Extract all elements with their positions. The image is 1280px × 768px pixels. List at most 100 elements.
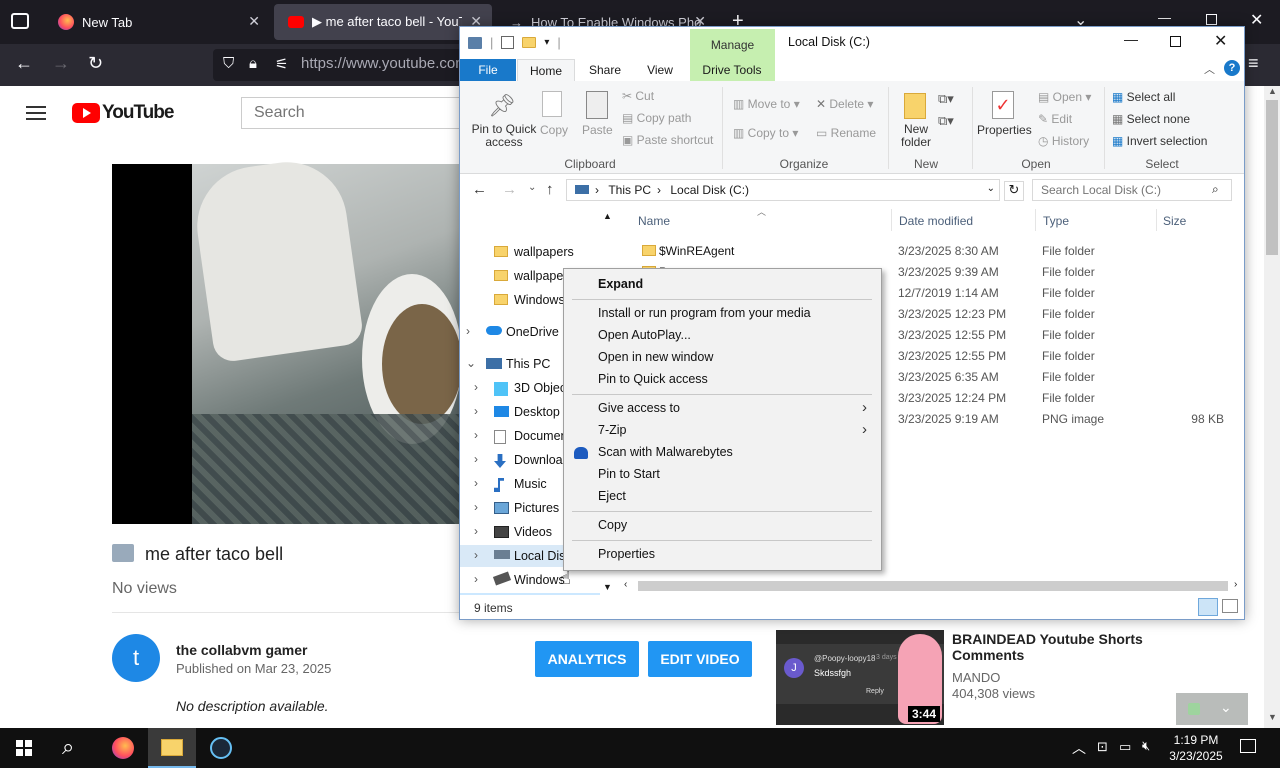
nav-item-wallpapers[interactable]: wallpapers bbox=[460, 241, 600, 263]
file-row[interactable]: $WinREAgent 3/23/2025 8:30 AM File folder bbox=[642, 240, 1242, 261]
show-hidden-icons[interactable]: ︿ bbox=[1072, 738, 1086, 758]
back-icon[interactable]: ← bbox=[15, 53, 33, 74]
close-icon[interactable]: ✕ bbox=[1214, 31, 1227, 51]
menu-item-give-access-to[interactable]: Give access to bbox=[598, 401, 680, 415]
menu-item-pin-to-quick-access[interactable]: Pin to Quick access bbox=[598, 372, 708, 386]
edit-video-button[interactable]: EDIT VIDEO bbox=[648, 641, 752, 677]
restore-icon[interactable] bbox=[1206, 14, 1217, 25]
col-date[interactable]: Date modified bbox=[899, 214, 973, 228]
properties-button[interactable]: Properties bbox=[977, 123, 1032, 137]
minimize-icon[interactable]: — bbox=[1124, 31, 1138, 47]
easy-access-icon[interactable]: ⧉▾ bbox=[938, 113, 954, 129]
invert-selection-button[interactable]: ▦ Invert selection bbox=[1112, 134, 1207, 148]
tab-overview-icon[interactable] bbox=[11, 13, 29, 29]
volume-muted-icon[interactable]: 🔇︎ bbox=[1142, 738, 1150, 754]
reload-icon[interactable]: ↻ bbox=[88, 53, 103, 74]
menu-item-install-or-run-program-from-your-media[interactable]: Install or run program from your media bbox=[598, 306, 811, 320]
search-icon[interactable]: ⌕ bbox=[62, 734, 74, 760]
maximize-icon[interactable] bbox=[1170, 36, 1181, 47]
history-button[interactable]: ◷ History bbox=[1038, 134, 1089, 148]
scroll-up-icon[interactable]: ▲ bbox=[1268, 86, 1277, 96]
ribbon-collapse-icon[interactable]: ︿ bbox=[1204, 61, 1215, 77]
scroll-right-icon[interactable]: › bbox=[1234, 579, 1237, 590]
select-all-button[interactable]: ▦ Select all bbox=[1112, 90, 1175, 104]
paste-shortcut-button[interactable]: ▣ Paste shortcut bbox=[622, 133, 713, 147]
edit-button[interactable]: ✎ Edit bbox=[1038, 112, 1072, 126]
youtube-logo[interactable]: YouTube bbox=[72, 102, 174, 124]
cut-button[interactable]: ✂ Cut bbox=[622, 89, 654, 103]
notifications-icon[interactable] bbox=[1240, 739, 1256, 753]
scroll-down-icon[interactable]: ▼ bbox=[1268, 712, 1277, 722]
tab-view[interactable]: View bbox=[636, 59, 684, 81]
chevron-down-icon[interactable]: ⌄ bbox=[466, 356, 476, 370]
drive-icon[interactable] bbox=[468, 36, 482, 49]
large-icons-view-icon[interactable] bbox=[1222, 599, 1238, 613]
start-windows-icon[interactable] bbox=[16, 740, 32, 756]
horizontal-scrollbar[interactable]: ‹ › bbox=[622, 579, 1244, 593]
col-type[interactable]: Type bbox=[1043, 214, 1069, 228]
menu-item-properties[interactable]: Properties bbox=[598, 547, 655, 561]
col-size[interactable]: Size bbox=[1163, 214, 1186, 228]
chevron-right-icon[interactable]: › bbox=[474, 572, 478, 586]
up-icon[interactable]: ↑ bbox=[546, 181, 554, 198]
chevron-right-icon[interactable]: › bbox=[474, 476, 478, 490]
tab-new-tab[interactable]: New Tab ✕ bbox=[44, 4, 270, 40]
chevron-right-icon[interactable]: › bbox=[474, 500, 478, 514]
nav-scroll-down-icon[interactable]: ▼ bbox=[603, 582, 612, 592]
col-name[interactable]: Name bbox=[638, 214, 670, 228]
tab-share[interactable]: Share bbox=[580, 59, 630, 81]
refresh-icon[interactable]: ↻ bbox=[1004, 181, 1024, 201]
youtube-search-input[interactable] bbox=[241, 97, 481, 129]
menu-item-open-autoplay[interactable]: Open AutoPlay... bbox=[598, 328, 691, 342]
customize-toolbar-icon[interactable]: ▾ bbox=[544, 37, 549, 48]
select-none-button[interactable]: ▦ Select none bbox=[1112, 112, 1190, 126]
chevron-right-icon[interactable]: › bbox=[474, 524, 478, 538]
network-icon[interactable]: ▭ bbox=[1119, 739, 1131, 755]
breadcrumb-this-pc[interactable]: This PC bbox=[608, 183, 651, 197]
tab-file[interactable]: File bbox=[460, 59, 516, 81]
menu-item-eject[interactable]: Eject bbox=[598, 489, 626, 503]
chevron-right-icon[interactable]: › bbox=[466, 324, 470, 338]
clock[interactable]: 1:19 PM 3/23/2025 bbox=[1164, 732, 1228, 764]
copy-button[interactable]: Copy bbox=[540, 123, 568, 137]
suggested-video-thumbnail[interactable]: J @Poopy-loopy18 3 days ago Skdssfgh Rep… bbox=[776, 630, 944, 725]
delete-button[interactable]: ✕ Delete ▾ bbox=[816, 97, 873, 111]
menu-item-expand[interactable]: Expand bbox=[598, 277, 643, 291]
analytics-button[interactable]: ANALYTICS bbox=[535, 641, 639, 677]
details-view-icon[interactable] bbox=[1198, 598, 1218, 616]
nav-scroll-up-icon[interactable]: ▲ bbox=[603, 211, 612, 221]
channel-avatar[interactable]: t bbox=[112, 634, 160, 682]
search-input[interactable] bbox=[1032, 179, 1232, 201]
address-bar[interactable]: › This PC › Local Disk (C:) ⌄ bbox=[566, 179, 1000, 201]
chat-widget[interactable]: ⌄ bbox=[1176, 693, 1248, 725]
page-scrollbar[interactable]: ▲ ▼ bbox=[1264, 86, 1280, 728]
menu-item-open-in-new-window[interactable]: Open in new window bbox=[598, 350, 713, 364]
nav-item-windows[interactable]: › Windows bbox=[460, 569, 600, 591]
copy-to-button[interactable]: ▥ Copy to ▾ bbox=[733, 126, 798, 140]
close-tab-icon[interactable]: ✕ bbox=[248, 13, 260, 30]
tab-home[interactable]: Home bbox=[517, 59, 575, 82]
chevron-right-icon[interactable]: › bbox=[474, 428, 478, 442]
pin-quick-access-button[interactable]: Pin to Quick access bbox=[466, 123, 542, 149]
open-button[interactable]: ▤ Open ▾ bbox=[1038, 90, 1091, 104]
menu-item-pin-to-start[interactable]: Pin to Start bbox=[598, 467, 660, 481]
rename-button[interactable]: ▭ Rename bbox=[816, 126, 876, 140]
minimize-icon[interactable]: — bbox=[1158, 10, 1171, 25]
new-item-icon[interactable]: ⧉▾ bbox=[938, 91, 954, 107]
menu-item-scan-with-malwarebytes[interactable]: Scan with Malwarebytes bbox=[598, 445, 733, 459]
menu-item-7-zip[interactable]: 7-Zip bbox=[598, 423, 626, 437]
close-window-icon[interactable]: ✕ bbox=[1250, 10, 1263, 30]
firefox-taskbar-icon[interactable] bbox=[112, 737, 134, 759]
breadcrumb-drive[interactable]: Local Disk (C:) bbox=[670, 183, 749, 197]
device-icon[interactable]: ⊡ bbox=[1097, 739, 1108, 755]
move-to-button[interactable]: ▥ Move to ▾ bbox=[733, 97, 800, 111]
steam-taskbar-icon[interactable] bbox=[210, 737, 232, 759]
h-scrollbar-thumb[interactable] bbox=[638, 581, 1228, 591]
chevron-right-icon[interactable]: › bbox=[474, 380, 478, 394]
file-explorer-taskbar-icon[interactable] bbox=[148, 728, 196, 768]
copy-path-button[interactable]: ▤ Copy path bbox=[622, 111, 691, 125]
menu-item-copy[interactable]: Copy bbox=[598, 518, 627, 532]
video-player[interactable] bbox=[112, 154, 462, 524]
suggested-video-title[interactable]: BRAINDEAD Youtube Shorts Comments bbox=[952, 631, 1152, 663]
forward-icon[interactable]: → bbox=[52, 53, 70, 74]
